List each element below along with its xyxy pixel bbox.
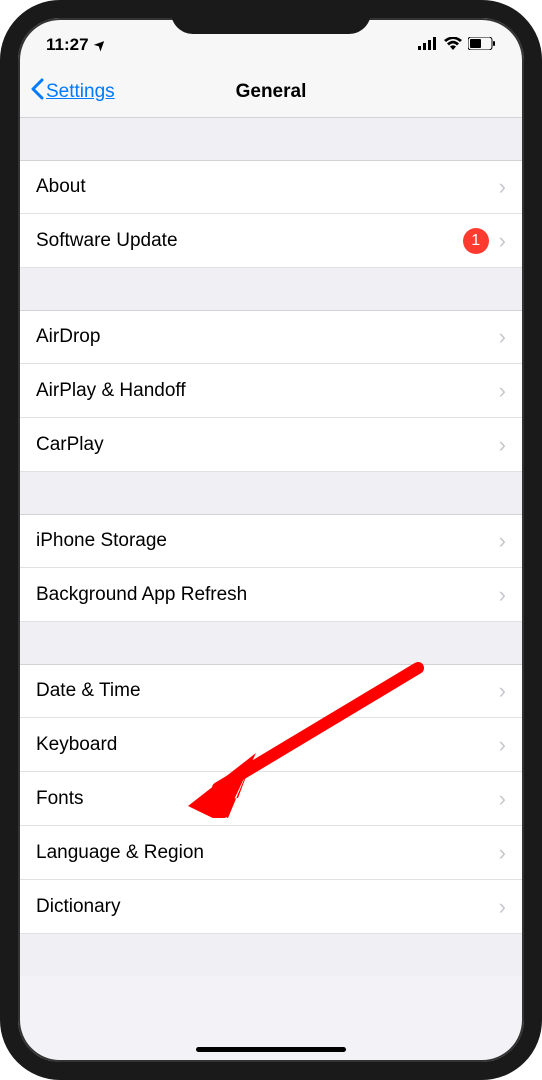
row-label: Background App Refresh	[36, 584, 247, 606]
row-carplay[interactable]: CarPlay ›	[18, 418, 524, 472]
row-airplay-handoff[interactable]: AirPlay & Handoff ›	[18, 364, 524, 418]
row-dictionary[interactable]: Dictionary ›	[18, 880, 524, 934]
row-label: Software Update	[36, 230, 178, 252]
chevron-right-icon: ›	[499, 528, 506, 554]
chevron-right-icon: ›	[499, 894, 506, 920]
chevron-right-icon: ›	[499, 174, 506, 200]
row-software-update[interactable]: Software Update 1 ›	[18, 214, 524, 268]
row-label: iPhone Storage	[36, 530, 167, 552]
row-background-app-refresh[interactable]: Background App Refresh ›	[18, 568, 524, 622]
row-label: Fonts	[36, 788, 84, 810]
chevron-right-icon: ›	[499, 324, 506, 350]
back-label: Settings	[46, 81, 115, 103]
row-iphone-storage[interactable]: iPhone Storage ›	[18, 514, 524, 568]
chevron-right-icon: ›	[499, 786, 506, 812]
row-keyboard[interactable]: Keyboard ›	[18, 718, 524, 772]
page-title: General	[236, 81, 307, 103]
status-time: 11:27	[46, 35, 89, 55]
settings-list: About › Software Update 1 › AirDrop › Ai…	[18, 118, 524, 976]
cellular-signal-icon	[418, 35, 438, 55]
chevron-right-icon: ›	[499, 678, 506, 704]
row-about[interactable]: About ›	[18, 160, 524, 214]
chevron-right-icon: ›	[499, 582, 506, 608]
home-indicator[interactable]	[196, 1047, 346, 1052]
row-label: CarPlay	[36, 434, 104, 456]
chevron-right-icon: ›	[499, 732, 506, 758]
chevron-right-icon: ›	[499, 432, 506, 458]
battery-icon	[468, 35, 496, 55]
chevron-left-icon	[30, 78, 44, 106]
navigation-bar: Settings General	[18, 66, 524, 118]
notification-badge: 1	[463, 228, 489, 254]
back-button[interactable]: Settings	[30, 78, 115, 106]
row-label: About	[36, 176, 86, 198]
chevron-right-icon: ›	[499, 378, 506, 404]
row-label: Keyboard	[36, 734, 117, 756]
wifi-icon	[444, 35, 462, 55]
row-label: Dictionary	[36, 896, 120, 918]
row-label: AirDrop	[36, 326, 100, 348]
row-label: Date & Time	[36, 680, 141, 702]
row-language-region[interactable]: Language & Region ›	[18, 826, 524, 880]
row-date-time[interactable]: Date & Time ›	[18, 664, 524, 718]
row-fonts[interactable]: Fonts ›	[18, 772, 524, 826]
chevron-right-icon: ›	[499, 228, 506, 254]
row-label: AirPlay & Handoff	[36, 380, 186, 402]
location-icon: ➤	[90, 35, 109, 54]
row-label: Language & Region	[36, 842, 204, 864]
chevron-right-icon: ›	[499, 840, 506, 866]
status-bar: 11:27 ➤	[18, 18, 524, 66]
row-airdrop[interactable]: AirDrop ›	[18, 310, 524, 364]
